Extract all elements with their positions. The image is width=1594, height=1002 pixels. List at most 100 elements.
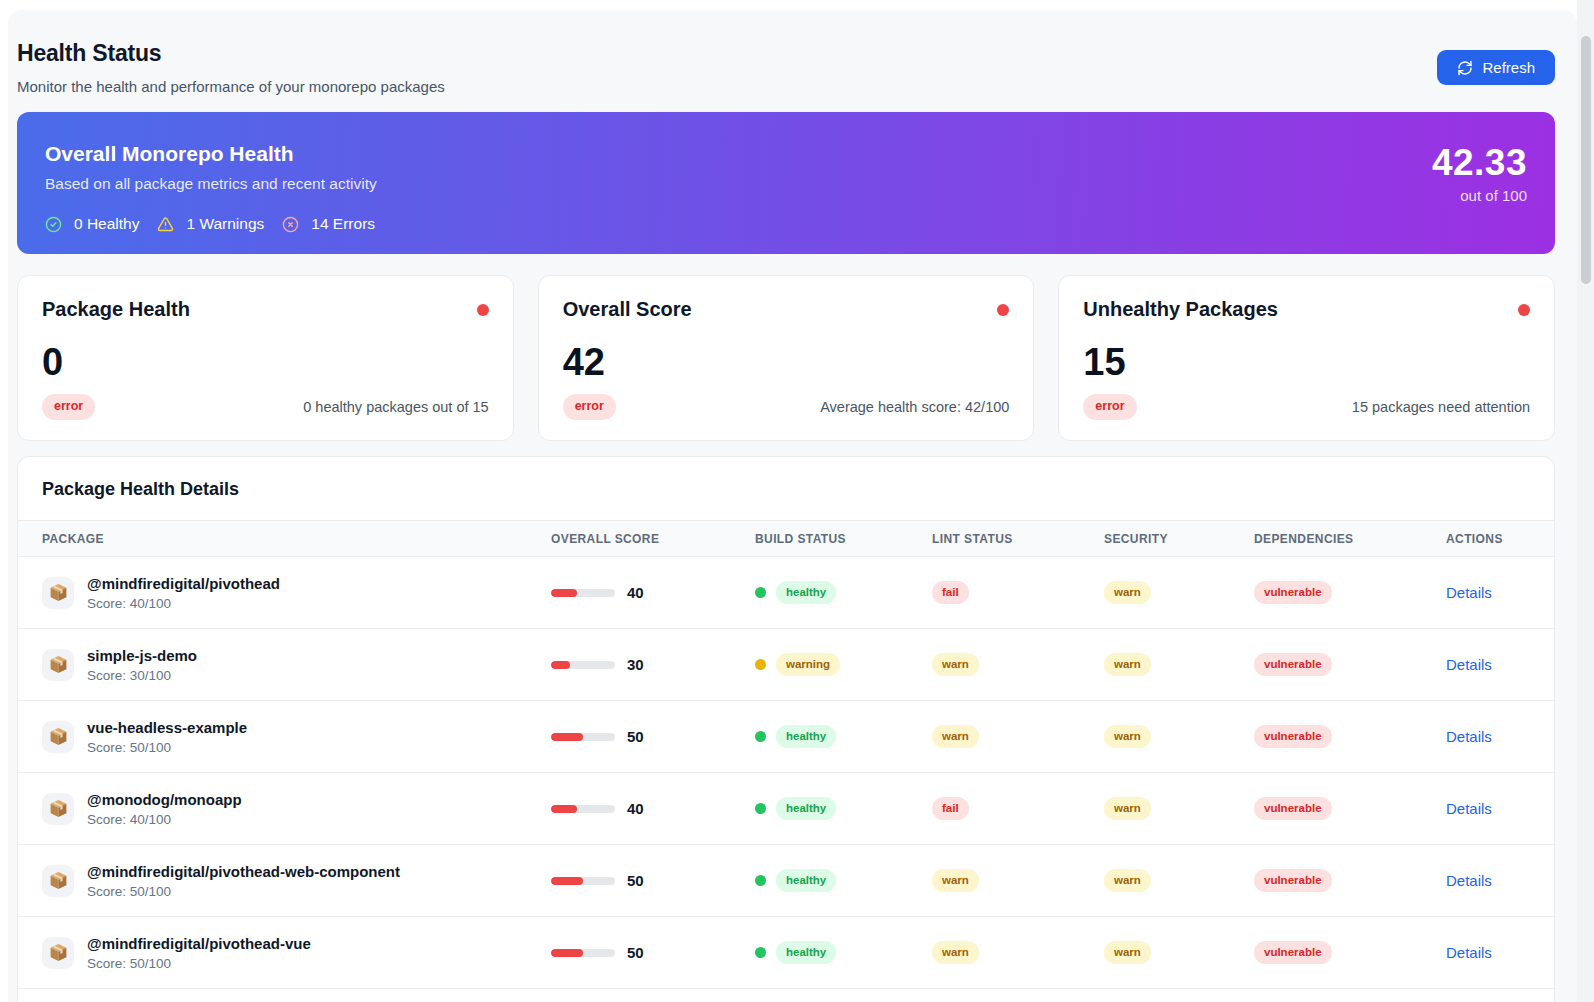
details-link[interactable]: Details <box>1446 656 1492 673</box>
package-cell: @mindfiredigital/pivothead-vue Score: 50/… <box>18 935 551 971</box>
package-score-label: Score: 30/100 <box>87 668 197 683</box>
details-link[interactable]: Details <box>1446 584 1492 601</box>
stat-card-overall-score: Overall Score 42 error Average health sc… <box>538 275 1035 441</box>
build-status-badge: healthy <box>776 725 836 747</box>
errors-stat-label: 14 Errors <box>311 215 375 233</box>
package-name: @mindfiredigital/pivothead-web-component <box>87 863 400 880</box>
stat-card-note: Average health score: 42/100 <box>820 399 1009 415</box>
security-badge: warn <box>1104 653 1151 675</box>
error-badge: error <box>1083 394 1136 420</box>
actions-cell: Details <box>1446 944 1554 962</box>
package-icon <box>42 577 74 609</box>
package-box-icon <box>48 726 69 747</box>
status-dot-icon <box>477 304 489 316</box>
column-header-package: PACKAGE <box>18 532 551 546</box>
overall-score-cell: 50 <box>551 944 755 961</box>
build-status-dot-icon <box>755 875 766 886</box>
scrollbar-track[interactable] <box>1577 0 1594 1002</box>
build-status-cell: healthy <box>755 869 932 891</box>
stat-card-title: Overall Score <box>563 298 692 321</box>
banner-subtitle: Based on all package metrics and recent … <box>45 175 377 193</box>
column-header-lint-status: LINT STATUS <box>932 532 1104 546</box>
table-row: @mindfiredigital/pivotheadScore: 40/100 4… <box>18 557 1554 629</box>
lint-status-cell: warn <box>932 941 1104 963</box>
package-icon <box>42 865 74 897</box>
stat-card-value: 42 <box>563 343 1010 381</box>
error-badge: error <box>563 394 616 420</box>
overall-score-cell: 40 <box>551 584 755 601</box>
package-cell: vue-headless-exampleScore: 50/100 <box>18 719 551 755</box>
healthy-stat-label: 0 Healthy <box>74 215 139 233</box>
errors-stat: 14 Errors <box>282 215 375 233</box>
scrollbar-thumb[interactable] <box>1581 36 1591 284</box>
overall-score-cell: 50 <box>551 872 755 889</box>
warning-triangle-icon <box>157 216 174 233</box>
banner-left: Overall Monorepo Health Based on all pac… <box>45 142 377 230</box>
actions-cell: Details <box>1446 800 1554 818</box>
score-value: 40 <box>627 584 644 601</box>
actions-cell: Details <box>1446 728 1554 746</box>
stat-card-title: Unhealthy Packages <box>1083 298 1278 321</box>
table-row: vue-headless-exampleScore: 50/10050 healt… <box>18 701 1554 773</box>
column-header-dependencies: DEPENDENCIES <box>1254 532 1446 546</box>
build-status-cell: healthy <box>755 581 932 603</box>
score-value: 30 <box>627 656 644 673</box>
page-subtitle: Monitor the health and performance of yo… <box>17 78 445 95</box>
package-score-label: Score: 50/100 <box>87 956 311 971</box>
actions-cell: Details <box>1446 872 1554 890</box>
score-progress-bar <box>551 877 615 885</box>
status-dot-icon <box>997 304 1009 316</box>
package-box-icon <box>48 582 69 603</box>
security-cell: warn <box>1104 941 1254 963</box>
page-title: Health Status <box>17 40 445 67</box>
stat-card-value: 15 <box>1083 343 1530 381</box>
table-row: @mindfiredigital/pivothead-web-component… <box>18 845 1554 917</box>
dependencies-cell: vulnerable <box>1254 797 1446 819</box>
overall-score-cell: 30 <box>551 656 755 673</box>
table-body: @mindfiredigital/pivotheadScore: 40/1004… <box>18 557 1554 989</box>
refresh-button[interactable]: Refresh <box>1437 50 1555 85</box>
package-cell: @monodog/monoappScore: 40/100 <box>18 791 551 827</box>
stat-cards: Package Health 0 error 0 healthy package… <box>17 275 1555 441</box>
package-score-label: Score: 40/100 <box>87 812 242 827</box>
build-status-dot-icon <box>755 803 766 814</box>
score-progress-bar <box>551 589 615 597</box>
lint-status-badge: warn <box>932 725 979 747</box>
status-dot-icon <box>1518 304 1530 316</box>
dependencies-badge: vulnerable <box>1254 797 1332 819</box>
column-header-overall-score: OVERALL SCORE <box>551 532 755 546</box>
score-value: 50 <box>627 872 644 889</box>
overall-score-cell: 50 <box>551 728 755 745</box>
package-name: @mindfiredigital/pivothead <box>87 575 280 592</box>
package-icon <box>42 793 74 825</box>
security-badge: warn <box>1104 869 1151 891</box>
build-status-cell: healthy <box>755 725 932 747</box>
package-name: @mindfiredigital/pivothead-vue <box>87 935 311 952</box>
security-badge: warn <box>1104 941 1151 963</box>
stat-card-value: 0 <box>42 343 489 381</box>
package-box-icon <box>48 654 69 675</box>
banner-score: 42.33 out of 100 <box>1432 142 1527 230</box>
lint-status-badge: warn <box>932 869 979 891</box>
security-cell: warn <box>1104 725 1254 747</box>
security-cell: warn <box>1104 653 1254 675</box>
details-link[interactable]: Details <box>1446 944 1492 961</box>
healthy-stat: 0 Healthy <box>45 215 139 233</box>
package-name: vue-headless-example <box>87 719 247 736</box>
stat-card-note: 0 healthy packages out of 15 <box>303 399 488 415</box>
details-link[interactable]: Details <box>1446 728 1492 745</box>
build-status-dot-icon <box>755 731 766 742</box>
details-link[interactable]: Details <box>1446 800 1492 817</box>
score-progress-bar <box>551 661 615 669</box>
build-status-badge: healthy <box>776 581 836 603</box>
security-cell: warn <box>1104 581 1254 603</box>
details-link[interactable]: Details <box>1446 872 1492 889</box>
dependencies-badge: vulnerable <box>1254 725 1332 747</box>
table-row: simple-js-demoScore: 30/10030warningwarn… <box>18 629 1554 701</box>
lint-status-badge: fail <box>932 581 969 603</box>
build-status-badge: healthy <box>776 941 836 963</box>
stat-card-unhealthy-packages: Unhealthy Packages 15 error 15 packages … <box>1058 275 1555 441</box>
dependencies-badge: vulnerable <box>1254 581 1332 603</box>
package-health-details-card: Package Health Details PACKAGE OVERALL S… <box>17 456 1555 1002</box>
package-cell: @mindfiredigital/pivotheadScore: 40/100 <box>18 575 551 611</box>
